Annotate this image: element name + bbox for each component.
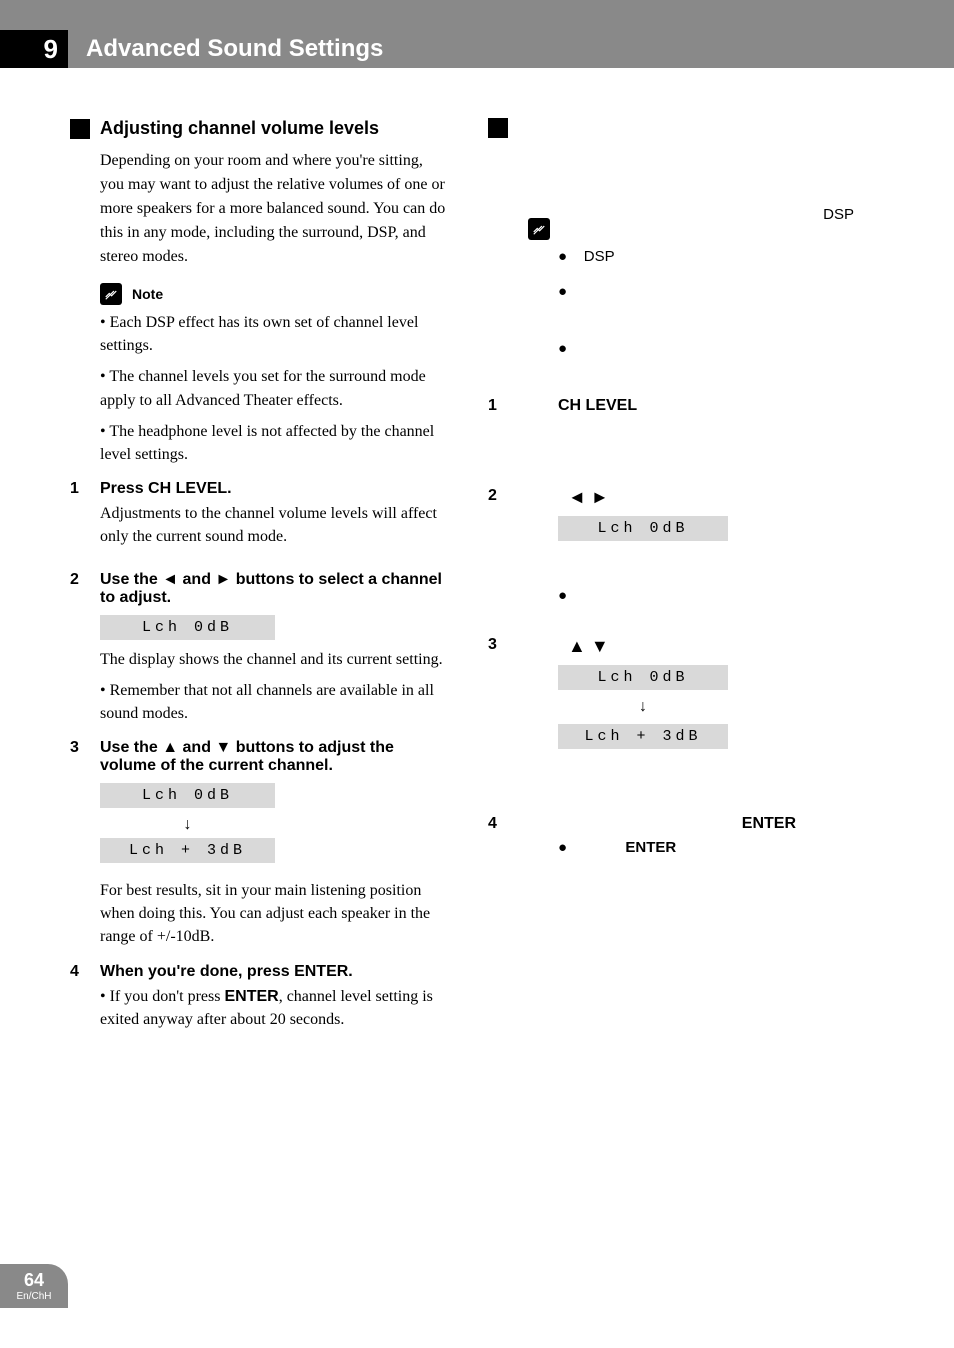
right-step-1-label: CH LEVEL [558, 397, 637, 415]
step-number-3: 3 [70, 739, 100, 779]
step-3-heading: Use the ▲ and ▼ buttons to adjust the vo… [100, 739, 448, 775]
step-3-lcd-b: Lch + 3dB [100, 838, 275, 863]
intro-paragraph: Depending on your room and where you're … [100, 149, 448, 269]
step-number-4: 4 [70, 963, 100, 1039]
page-content: Adjusting channel volume levels Dependin… [0, 68, 954, 1039]
step-3: 3 Use the ▲ and ▼ buttons to adjust the … [70, 739, 448, 779]
step-2-bullet: • Remember that not all channels are ava… [100, 679, 448, 725]
note-header: Note [100, 283, 448, 305]
step-number-2: 2 [70, 571, 100, 611]
note-icon [528, 218, 550, 240]
step-4-bullet-prefix: • If you don't press [100, 988, 224, 1005]
step-1: 1 Press CH LEVEL. Adjustments to the cha… [70, 480, 448, 556]
right-step-3: 3 ▲ ▼ [488, 636, 866, 657]
page-footer: 64 En/ChH [0, 1264, 68, 1308]
top-gray-bar [0, 0, 954, 30]
right-bullet-2: ● [558, 283, 866, 300]
right-step-3-number: 3 [488, 636, 528, 657]
step-2: 2 Use the ◄ and ► buttons to select a ch… [70, 571, 448, 611]
right-step-3-lcd-a: Lch 0dB [558, 665, 728, 690]
right-step-1: 1 CH LEVEL [488, 397, 866, 415]
note-bullet-1: • Each DSP effect has its own set of cha… [100, 311, 448, 357]
note-bullet-3: • The headphone level is not affected by… [100, 420, 448, 466]
right-step-4: 4 ENTER [488, 815, 866, 833]
chapter-header-fill [458, 30, 954, 68]
step-2-lcd: Lch 0dB [100, 615, 275, 640]
right-step-2-bullet: ● [558, 587, 866, 604]
right-step-3-arrows: ▲ ▼ [568, 636, 609, 657]
chapter-title: Advanced Sound Settings [68, 30, 458, 68]
right-step-3-lcd-b: Lch + 3dB [558, 724, 728, 749]
section-marker-icon [70, 119, 90, 139]
right-note-header [528, 218, 866, 240]
step-number-1: 1 [70, 480, 100, 556]
right-step-3-arrow-down: ↓ [558, 698, 728, 716]
note-icon [100, 283, 122, 305]
section-heading-row: Adjusting channel volume levels [70, 118, 448, 139]
step-3-lcd-a: Lch 0dB [100, 783, 275, 808]
step-3-after: For best results, sit in your main liste… [100, 879, 448, 949]
step-2-heading: Use the ◄ and ► buttons to select a chan… [100, 571, 448, 607]
right-column: ● DSP ● ● 1 CH LEVEL 2 ◄ ► Lch 0dB ● 3 ▲… [468, 118, 866, 1039]
step-3-arrow: ↓ [100, 816, 275, 834]
right-step-4-enter: ENTER [742, 815, 796, 832]
step-4-bullet: • If you don't press ENTER, channel leve… [100, 985, 448, 1031]
right-step-4-enter-bold: ENTER [625, 839, 676, 856]
page-language: En/ChH [16, 1291, 51, 1302]
right-bullet-dsp-label: DSP [584, 248, 615, 265]
step-2-after: The display shows the channel and its cu… [100, 648, 448, 671]
page-number: 64 [24, 1270, 44, 1291]
right-dsp-top-label: DSP [823, 206, 854, 223]
section-heading: Adjusting channel volume levels [100, 118, 379, 139]
right-step-2-number: 2 [488, 487, 528, 508]
note-label: Note [132, 286, 163, 302]
note-bullet-2: • The channel levels you set for the sur… [100, 365, 448, 411]
right-step-2: 2 ◄ ► [488, 487, 866, 508]
right-step-4-bullet: ● ENTER [558, 839, 866, 856]
right-step-2-lcd: Lch 0dB [558, 516, 728, 541]
step-1-heading: Press CH LEVEL. [100, 480, 448, 498]
chapter-number: 9 [0, 30, 68, 68]
right-step-1-number: 1 [488, 397, 528, 415]
right-section-marker-icon [488, 118, 508, 138]
right-step-4-number: 4 [488, 815, 528, 833]
left-column: Adjusting channel volume levels Dependin… [70, 118, 468, 1039]
step-4-heading: When you're done, press ENTER. [100, 963, 448, 981]
right-bullet-3: ● [558, 340, 866, 357]
chapter-header: 9 Advanced Sound Settings [0, 30, 954, 68]
right-bullet-dsp: ● DSP [558, 248, 866, 265]
step-1-text: Adjustments to the channel volume levels… [100, 502, 448, 548]
right-step-2-arrows: ◄ ► [568, 487, 609, 508]
step-4-enter-bold: ENTER [224, 988, 278, 1005]
step-4: 4 When you're done, press ENTER. • If yo… [70, 963, 448, 1039]
